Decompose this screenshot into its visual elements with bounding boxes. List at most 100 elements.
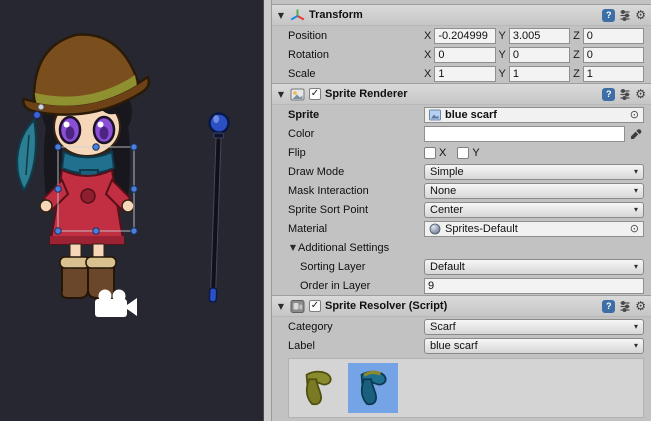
- gear-icon[interactable]: ⚙: [635, 8, 646, 22]
- sprite-thumbnail-strip: [288, 358, 644, 418]
- category-label: Category: [288, 321, 424, 333]
- color-label: Color: [288, 128, 424, 140]
- flip-x-checkbox[interactable]: [424, 147, 436, 159]
- sprite-resolver-header[interactable]: ▼ ✓ Sprite Resolver (Script) ?: [272, 295, 651, 317]
- position-row: Position X Y Z: [272, 26, 651, 45]
- position-y-input[interactable]: [509, 28, 570, 44]
- category-row: Category Scarf ▾: [272, 317, 651, 336]
- sorting-layer-label: Sorting Layer: [288, 261, 424, 273]
- preset-icon[interactable]: [619, 88, 631, 100]
- flip-label: Flip: [288, 147, 424, 159]
- rotation-x-input[interactable]: [434, 47, 495, 63]
- help-icon[interactable]: ?: [602, 300, 615, 313]
- category-value: Scarf: [430, 321, 456, 333]
- sprite-sort-point-value: Center: [430, 204, 463, 216]
- inspector-panel: ▼ Transform ? ⚙: [272, 0, 651, 421]
- scale-row: Scale X Y Z: [272, 64, 651, 83]
- axis-z-label: Z: [573, 49, 580, 61]
- mask-interaction-label: Mask Interaction: [288, 185, 424, 197]
- foldout-icon[interactable]: ▼: [276, 302, 286, 311]
- axis-x-label: X: [424, 30, 431, 42]
- object-picker-icon[interactable]: ⊙: [630, 108, 639, 122]
- sprite-object-field[interactable]: blue scarf ⊙: [424, 107, 644, 123]
- order-in-layer-row: Order in Layer: [272, 276, 651, 295]
- mask-interaction-row: Mask Interaction None ▾: [272, 181, 651, 200]
- material-row: Material Sprites-Default ⊙: [272, 219, 651, 238]
- flip-x-label: X: [439, 147, 446, 159]
- axis-y-label: Y: [499, 68, 506, 80]
- chevron-down-icon: ▾: [634, 167, 638, 176]
- rotation-z-input[interactable]: [583, 47, 644, 63]
- scene-view[interactable]: [0, 0, 263, 421]
- chevron-down-icon: ▾: [634, 205, 638, 214]
- sprite-sort-point-row: Sprite Sort Point Center ▾: [272, 200, 651, 219]
- material-label: Material: [288, 223, 424, 235]
- label-value: blue scarf: [430, 340, 478, 352]
- draw-mode-row: Draw Mode Simple ▾: [272, 162, 651, 181]
- chevron-down-icon: ▾: [634, 322, 638, 331]
- foldout-icon[interactable]: ▼: [288, 243, 298, 252]
- draw-mode-dropdown[interactable]: Simple ▾: [424, 164, 644, 180]
- chevron-down-icon: ▾: [634, 341, 638, 350]
- label-label: Label: [288, 340, 424, 352]
- enabled-checkbox[interactable]: ✓: [309, 300, 321, 312]
- additional-settings-row[interactable]: ▼ Additional Settings: [272, 238, 651, 257]
- sorting-layer-dropdown[interactable]: Default ▾: [424, 259, 644, 275]
- transform-header[interactable]: ▼ Transform ? ⚙: [272, 4, 651, 26]
- sprite-label: Sprite: [288, 109, 424, 121]
- scale-z-input[interactable]: [583, 66, 644, 82]
- label-dropdown[interactable]: blue scarf ▾: [424, 338, 644, 354]
- help-icon[interactable]: ?: [602, 9, 615, 22]
- character-sprite[interactable]: [13, 24, 152, 298]
- foldout-icon[interactable]: ▼: [276, 11, 286, 20]
- sprite-renderer-title: Sprite Renderer: [325, 88, 408, 100]
- position-x-input[interactable]: [434, 28, 495, 44]
- color-swatch[interactable]: [424, 126, 625, 142]
- preset-icon[interactable]: [619, 9, 631, 21]
- material-sphere-icon: [429, 223, 441, 235]
- order-in-layer-label: Order in Layer: [288, 280, 424, 292]
- sprite-sort-point-label: Sprite Sort Point: [288, 204, 424, 216]
- material-value: Sprites-Default: [445, 223, 518, 235]
- preset-icon[interactable]: [619, 300, 631, 312]
- gear-icon[interactable]: ⚙: [635, 87, 646, 101]
- scale-y-input[interactable]: [509, 66, 570, 82]
- order-in-layer-input[interactable]: [424, 278, 644, 294]
- sprite-sort-point-dropdown[interactable]: Center ▾: [424, 202, 644, 218]
- scale-x-input[interactable]: [434, 66, 495, 82]
- axis-y-label: Y: [499, 30, 506, 42]
- scarf-thumbnail-0[interactable]: [293, 363, 343, 413]
- position-z-input[interactable]: [583, 28, 644, 44]
- category-dropdown[interactable]: Scarf ▾: [424, 319, 644, 335]
- axis-z-label: Z: [573, 68, 580, 80]
- flip-y-label: Y: [472, 147, 479, 159]
- material-object-field[interactable]: Sprites-Default ⊙: [424, 221, 644, 237]
- enabled-checkbox[interactable]: ✓: [309, 88, 321, 100]
- axis-y-label: Y: [499, 49, 506, 61]
- sprite-resolver-title: Sprite Resolver (Script): [325, 300, 447, 312]
- sprite-thumbnail-icon: [429, 109, 441, 121]
- flip-y-checkbox[interactable]: [457, 147, 469, 159]
- draw-mode-label: Draw Mode: [288, 166, 424, 178]
- camera-gizmo-icon[interactable]: [95, 290, 137, 318]
- staff-sprite[interactable]: [203, 113, 229, 302]
- feather: [17, 104, 44, 190]
- rotation-row: Rotation X Y Z: [272, 45, 651, 64]
- sprite-value: blue scarf: [445, 109, 497, 121]
- rotation-y-input[interactable]: [509, 47, 570, 63]
- eyedropper-icon[interactable]: [628, 126, 644, 142]
- scarf-thumbnail-1[interactable]: [348, 363, 398, 413]
- sprite-renderer-header[interactable]: ▼ ✓ Sprite Renderer ?: [272, 83, 651, 105]
- sprite-resolver-icon: [290, 299, 305, 314]
- gear-icon[interactable]: ⚙: [635, 299, 646, 313]
- mask-interaction-dropdown[interactable]: None ▾: [424, 183, 644, 199]
- sprite-renderer-icon: [290, 87, 305, 102]
- position-label: Position: [288, 30, 424, 42]
- unity-editor-window: ▼ Transform ? ⚙: [0, 0, 651, 421]
- foldout-icon[interactable]: ▼: [276, 90, 286, 99]
- flip-row: Flip X Y: [272, 143, 651, 162]
- help-icon[interactable]: ?: [602, 88, 615, 101]
- panel-divider[interactable]: [263, 0, 272, 421]
- object-picker-icon[interactable]: ⊙: [630, 222, 639, 236]
- chevron-down-icon: ▾: [634, 262, 638, 271]
